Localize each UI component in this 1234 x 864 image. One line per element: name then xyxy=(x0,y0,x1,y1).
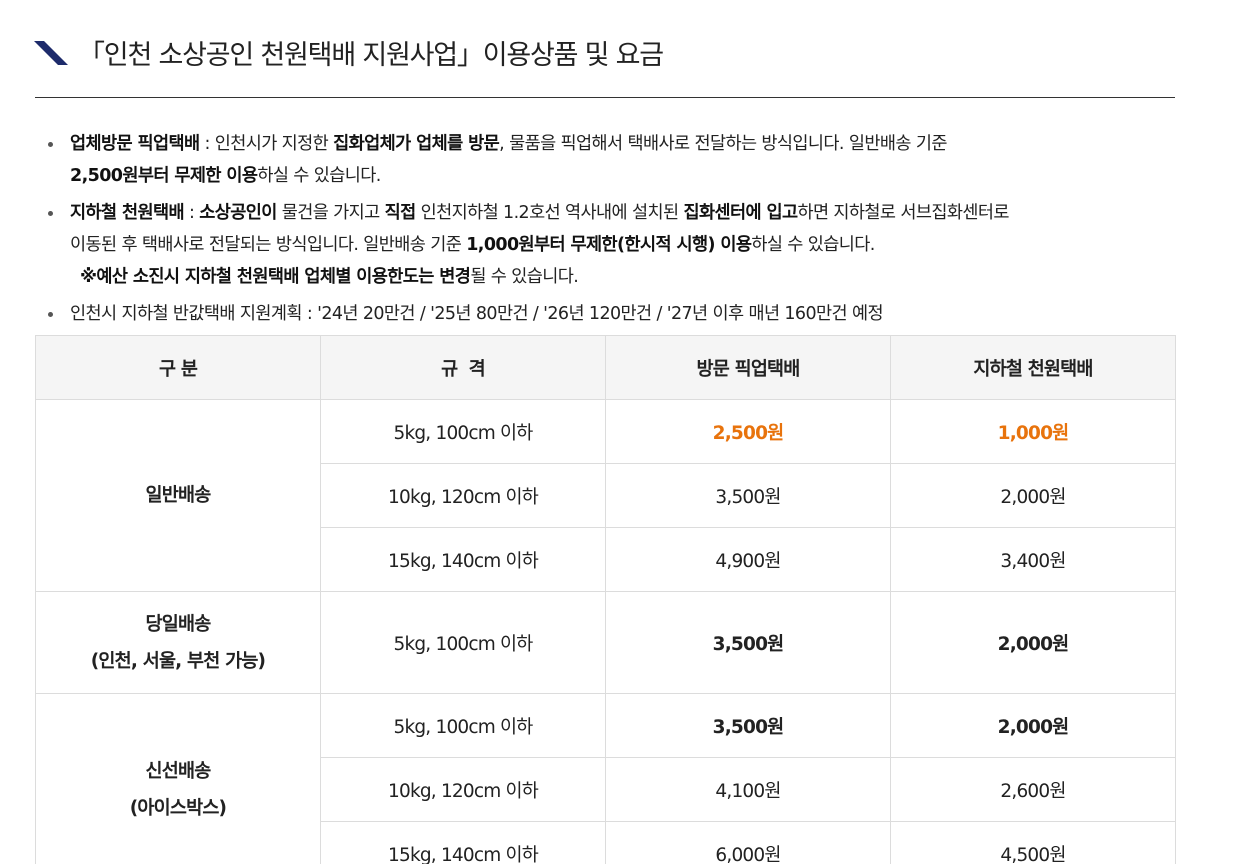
category-line: 당일배송 xyxy=(145,613,212,635)
bullet-line: 지하철 천원택배 : 소상공인이 물건을 가지고 직접 인천지하철 1.2호선 … xyxy=(70,197,1178,229)
info-bullet-list: 업체방문 픽업택배 : 인천시가 지정한 집화업체가 업체를 방문, 물품을 픽… xyxy=(48,128,1178,335)
header-pickup: 방문 픽업택배 xyxy=(605,335,891,400)
subway-price-cell: 2,000원 xyxy=(890,463,1176,528)
bullet-line: 업체방문 픽업택배 : 인천시가 지정한 집화업체가 업체를 방문, 물품을 픽… xyxy=(70,128,1178,160)
bullet-dot-icon xyxy=(48,142,53,147)
fee-table: 구 분 규 격 방문 픽업택배 지하철 천원택배 일반배송 5kg, 100cm… xyxy=(35,335,1176,864)
bullet-text: 이동된 후 택배사로 전달되는 방식입니다. 일반배송 기준 xyxy=(70,235,467,255)
pickup-price-cell: 2,500원 xyxy=(605,399,891,464)
pickup-price-cell: 6,000원 xyxy=(605,821,891,864)
bullet-text: 하실 수 있습니다. xyxy=(257,166,381,186)
spec-cell: 5kg, 100cm 이하 xyxy=(320,591,606,694)
bullet-text: 물건을 가지고 xyxy=(276,203,385,223)
bullet-label: 지하철 천원택배 xyxy=(70,203,185,223)
pickup-price-cell: 3,500원 xyxy=(605,693,891,758)
spec-cell: 10kg, 120cm 이하 xyxy=(320,463,606,528)
subway-price-cell: 2,000원 xyxy=(890,693,1176,758)
category-cell: 일반배송 xyxy=(35,399,321,592)
table-row: 당일배송 (인천, 서울, 부천 가능) 5kg, 100cm 이하 3,500… xyxy=(35,591,1176,694)
category-cell: 당일배송 (인천, 서울, 부천 가능) xyxy=(35,591,321,694)
category-line: 신선배송 xyxy=(145,760,212,782)
subway-price-cell: 3,400원 xyxy=(890,527,1176,592)
bullet-text: 인천지하철 1.2호선 역사내에 설치된 xyxy=(415,203,684,223)
bullet-text: 하실 수 있습니다. xyxy=(751,235,875,255)
bullet-text: : 인천시가 지정한 xyxy=(199,134,334,154)
bullet-label: 업체방문 픽업택배 xyxy=(70,134,200,154)
subway-price-cell: 2,000원 xyxy=(890,591,1176,694)
category-cell: 신선배송 (아이스박스) xyxy=(35,693,321,864)
bullet-subway-delivery: 지하철 천원택배 : 소상공인이 물건을 가지고 직접 인천지하철 1.2호선 … xyxy=(48,197,1178,293)
bullet-emphasis: 2,500원부터 무제한 이용 xyxy=(70,166,258,186)
bullet-pickup-delivery: 업체방문 픽업택배 : 인천시가 지정한 집화업체가 업체를 방문, 물품을 픽… xyxy=(48,128,1178,192)
category-line: (인천, 서울, 부천 가능) xyxy=(90,650,266,672)
bullet-line: 이동된 후 택배사로 전달되는 방식입니다. 일반배송 기준 1,000원부터 … xyxy=(70,229,1178,261)
header-spec: 규 격 xyxy=(320,335,606,400)
bullet-emphasis: ※예산 소진시 지하철 천원택배 업체별 이용한도는 변경 xyxy=(79,267,471,287)
pickup-price-cell: 3,500원 xyxy=(605,591,891,694)
header-subway: 지하철 천원택배 xyxy=(890,335,1176,400)
bullet-text: 하면 지하철로 서브집화센터로 xyxy=(797,203,1009,223)
title-slash-icon xyxy=(34,41,68,65)
pickup-price-cell: 4,900원 xyxy=(605,527,891,592)
bullet-emphasis: 1,000원부터 무제한(한시적 시행) 이용 xyxy=(466,235,752,255)
table-header-row: 구 분 규 격 방문 픽업택배 지하철 천원택배 xyxy=(35,335,1176,400)
bullet-emphasis: 집화업체가 업체를 방문 xyxy=(333,134,500,154)
category-line: (아이스박스) xyxy=(129,797,227,819)
bullet-note: ※예산 소진시 지하철 천원택배 업체별 이용한도는 변경될 수 있습니다. xyxy=(70,261,1178,293)
bullet-line: 2,500원부터 무제한 이용하실 수 있습니다. xyxy=(70,160,1178,192)
page: 「인천 소상공인 천원택배 지원사업」이용상품 및 요금 업체방문 픽업택배 :… xyxy=(0,0,1234,864)
page-title-row: 「인천 소상공인 천원택배 지원사업」이용상품 및 요금 xyxy=(34,30,664,74)
bullet-dot-icon xyxy=(48,211,53,216)
bullet-support-plan: 인천시 지하철 반값택배 지원계획 : '24년 20만건 / '25년 80만… xyxy=(48,298,1178,330)
spec-cell: 15kg, 140cm 이하 xyxy=(320,821,606,864)
pickup-price-cell: 3,500원 xyxy=(605,463,891,528)
spec-cell: 5kg, 100cm 이하 xyxy=(320,399,606,464)
spec-cell: 15kg, 140cm 이하 xyxy=(320,527,606,592)
spec-cell: 10kg, 120cm 이하 xyxy=(320,757,606,822)
subway-price-cell: 1,000원 xyxy=(890,399,1176,464)
pickup-price-cell: 4,100원 xyxy=(605,757,891,822)
spec-cell: 5kg, 100cm 이하 xyxy=(320,693,606,758)
bullet-emphasis: 소상공인이 xyxy=(199,203,277,223)
bullet-text: , 물품을 픽업해서 택배사로 전달하는 방식입니다. 일반배송 기준 xyxy=(499,134,947,154)
title-divider xyxy=(35,97,1175,98)
bullet-text: 될 수 있습니다. xyxy=(470,267,579,287)
bullet-emphasis: 집화센터에 입고 xyxy=(683,203,798,223)
subway-price-cell: 4,500원 xyxy=(890,821,1176,864)
page-title: 「인천 소상공인 천원택배 지원사업」이용상품 및 요금 xyxy=(78,39,664,71)
subway-price-cell: 2,600원 xyxy=(890,757,1176,822)
bullet-text: 인천시 지하철 반값택배 지원계획 : '24년 20만건 / '25년 80만… xyxy=(70,304,884,324)
table-row: 일반배송 5kg, 100cm 이하 2,500원 1,000원 xyxy=(35,399,1176,592)
bullet-text: : xyxy=(184,203,200,223)
header-category: 구 분 xyxy=(35,335,321,400)
table-row: 신선배송 (아이스박스) 5kg, 100cm 이하 3,500원 2,000원 xyxy=(35,693,1176,864)
bullet-dot-icon xyxy=(48,312,53,317)
bullet-emphasis: 직접 xyxy=(384,203,417,223)
